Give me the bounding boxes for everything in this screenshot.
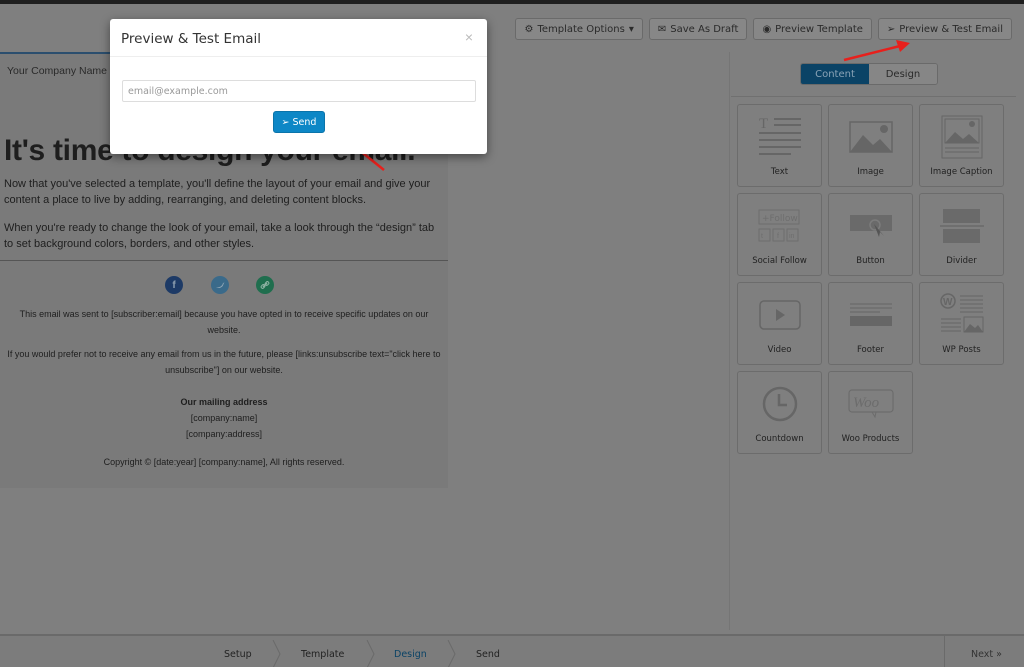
- chain-link-icon: [260, 281, 270, 289]
- mailing-company-name: [company:name]: [190, 413, 258, 423]
- svg-text:f: f: [777, 233, 779, 240]
- twitter-icon[interactable]: [211, 276, 229, 294]
- body-paragraph-2[interactable]: When you're ready to change the look of …: [4, 220, 440, 252]
- paper-plane-icon: ➢: [281, 116, 290, 128]
- woo-products-icon: Woo: [829, 380, 912, 428]
- svg-text:t: t: [761, 233, 763, 240]
- mailing-company-address: [company:address]: [185, 429, 263, 439]
- footer-icon: [829, 291, 912, 339]
- step-send[interactable]: Send: [476, 649, 500, 660]
- body-paragraph-1[interactable]: Now that you've selected a template, you…: [4, 176, 440, 208]
- wizard-steps-bar: Setup Template Design Send Next »: [0, 634, 1024, 667]
- svg-text:T: T: [759, 116, 768, 132]
- preview-test-email-button[interactable]: ➢ Preview & Test Email: [877, 18, 1012, 40]
- content-blocks-grid: T Text Image Image Caption +Follow t f i…: [737, 104, 1004, 454]
- social-follow-icon: +Follow t f in: [738, 202, 821, 250]
- mailing-address-title: Our mailing address: [180, 397, 268, 407]
- editor-toolbar: ⚙ Template Options ▾ ✉ Save As Draft ◉ P…: [515, 18, 1012, 40]
- step-separator-icon: [447, 640, 456, 667]
- button-icon: [829, 202, 912, 250]
- divider-icon: [920, 202, 1003, 250]
- block-woo-products[interactable]: Woo Woo Products: [828, 371, 913, 454]
- step-design[interactable]: Design: [394, 649, 427, 660]
- twitter-bird-icon: [216, 282, 225, 288]
- gear-icon: ⚙: [524, 23, 534, 35]
- caret-down-icon: ▾: [628, 23, 634, 35]
- content-design-toggle: Content Design: [800, 63, 938, 85]
- step-setup[interactable]: Setup: [224, 649, 252, 660]
- block-button[interactable]: Button: [828, 193, 913, 276]
- company-name: Your Company Name: [7, 65, 107, 77]
- sidebar-divider: [731, 96, 1016, 97]
- step-template[interactable]: Template: [301, 649, 344, 660]
- wp-posts-icon: W: [920, 291, 1003, 339]
- modal-title: Preview & Test Email: [121, 31, 261, 47]
- footer-unsubscribe-notice: If you would prefer not to receive any e…: [7, 349, 441, 375]
- facebook-icon[interactable]: f: [165, 276, 183, 294]
- blocks-sidebar: Content Design T Text Image Image Captio…: [731, 52, 1016, 630]
- save-draft-button[interactable]: ✉ Save As Draft: [648, 18, 748, 40]
- block-social-follow[interactable]: +Follow t f in Social Follow: [737, 193, 822, 276]
- paper-plane-icon: ➢: [886, 23, 896, 35]
- block-footer[interactable]: Footer: [828, 282, 913, 365]
- step-separator-icon: [366, 640, 375, 667]
- preview-template-button[interactable]: ◉ Preview Template: [753, 18, 872, 40]
- block-wp-posts[interactable]: W WP Posts: [919, 282, 1004, 365]
- footer-sent-notice: This email was sent to [subscriber:email…: [19, 309, 429, 335]
- countdown-icon: [738, 380, 821, 428]
- block-countdown[interactable]: Countdown: [737, 371, 822, 454]
- tab-design[interactable]: Design: [869, 64, 937, 84]
- send-button[interactable]: ➢ Send: [273, 111, 325, 133]
- svg-text:Woo: Woo: [853, 395, 880, 411]
- close-icon[interactable]: ×: [465, 29, 473, 45]
- modal-header: Preview & Test Email ×: [110, 19, 487, 57]
- copyright-text: Copyright © [date:year] [company:name], …: [103, 457, 345, 467]
- link-icon[interactable]: [256, 276, 274, 294]
- content-divider: [0, 260, 448, 261]
- svg-text:in: in: [789, 233, 795, 240]
- eye-icon: ◉: [762, 23, 772, 35]
- block-image-caption[interactable]: Image Caption: [919, 104, 1004, 187]
- image-icon: [829, 113, 912, 161]
- step-separator-icon: [272, 640, 281, 667]
- preview-test-email-modal: Preview & Test Email × ➢ Send: [110, 19, 487, 154]
- block-divider[interactable]: Divider: [919, 193, 1004, 276]
- text-icon: T: [738, 113, 821, 161]
- tab-content[interactable]: Content: [801, 64, 869, 84]
- template-options-button[interactable]: ⚙ Template Options ▾: [515, 18, 643, 40]
- next-button[interactable]: Next »: [944, 636, 1024, 667]
- test-email-input[interactable]: [122, 80, 476, 102]
- svg-text:W: W: [943, 297, 953, 308]
- video-icon: [738, 291, 821, 339]
- block-text[interactable]: T Text: [737, 104, 822, 187]
- block-image[interactable]: Image: [828, 104, 913, 187]
- block-video[interactable]: Video: [737, 282, 822, 365]
- image-caption-icon: [920, 113, 1003, 161]
- envelope-open-icon: ✉: [657, 23, 667, 35]
- svg-text:+Follow: +Follow: [762, 214, 798, 224]
